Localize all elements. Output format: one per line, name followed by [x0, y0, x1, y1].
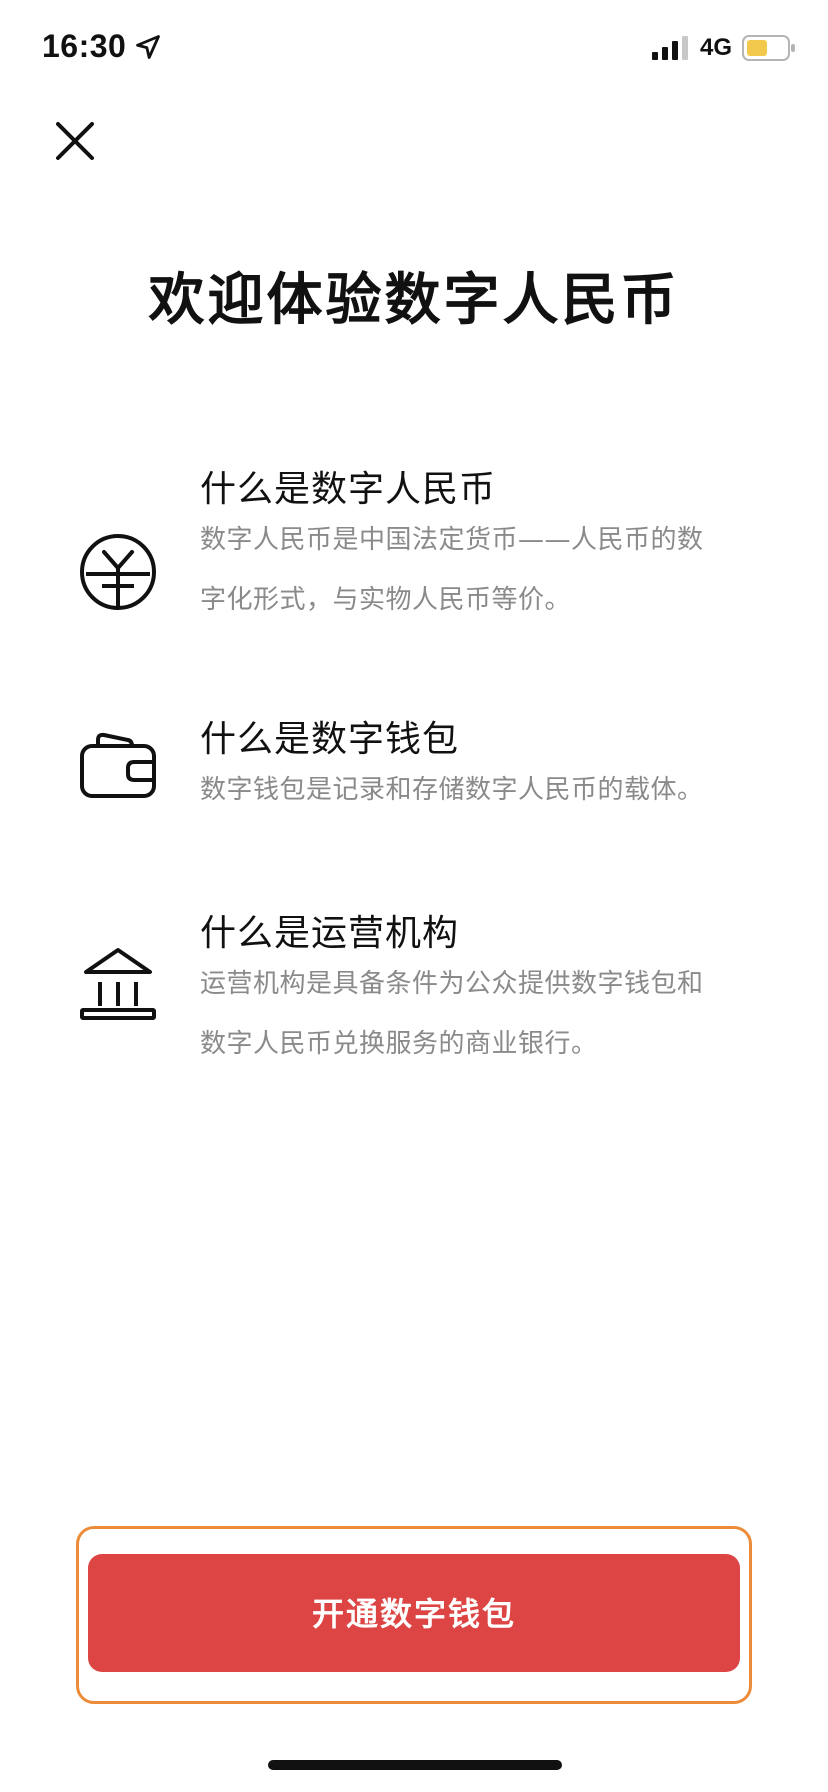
page-title: 欢迎体验数字人民币 [148, 268, 680, 333]
wallet-icon [80, 732, 156, 798]
open-wallet-button[interactable]: 开通数字钱包 [88, 1554, 740, 1672]
section-heading: 什么是数字人民币 [200, 469, 497, 510]
bank-icon [80, 948, 156, 1020]
battery-icon [742, 35, 795, 61]
section-description: 数字钱包是记录和存储数字人民币的载体。 [200, 775, 704, 805]
signal-strength-icon [652, 36, 688, 60]
status-bar: 16:30 4G [0, 0, 828, 100]
section-description: 运营机构是具备条件为公众提供数字钱包和数字人民币兑换服务的商业银行。 [200, 969, 704, 1059]
close-icon[interactable] [50, 116, 100, 166]
status-time: 16:30 [42, 28, 127, 64]
digital-yuan-icon [80, 534, 156, 610]
location-arrow-icon [136, 35, 160, 59]
section-description: 数字人民币是中国法定货币——人民币的数字化形式，与实物人民币等价。 [200, 525, 704, 615]
home-indicator[interactable] [268, 1760, 562, 1770]
section-heading: 什么是运营机构 [200, 913, 460, 954]
section-heading: 什么是数字钱包 [200, 719, 460, 760]
network-type: 4G [700, 34, 733, 61]
